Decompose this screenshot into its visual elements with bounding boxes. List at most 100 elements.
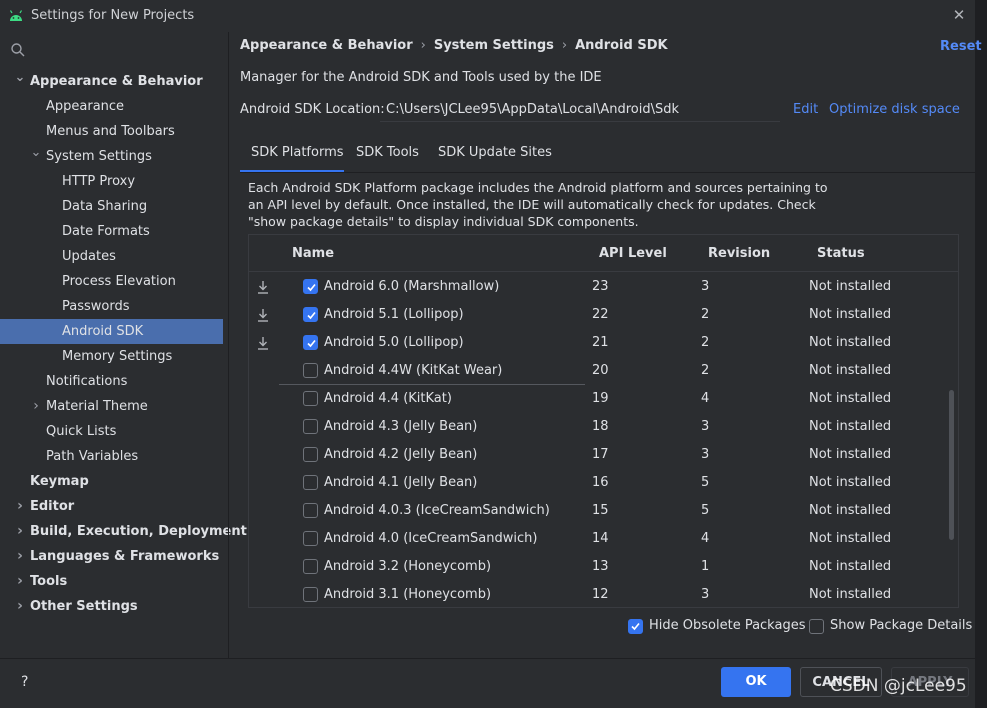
row-api-level: 23	[592, 279, 609, 294]
ok-button[interactable]: OK	[721, 667, 791, 697]
tab-sdk-update-sites[interactable]: SDK Update Sites	[438, 137, 552, 173]
sidebar-item[interactable]: HTTP Proxy	[0, 169, 223, 194]
chevron-right-icon[interactable]: ›	[14, 519, 26, 544]
row-name: Android 4.3 (Jelly Bean)	[324, 419, 478, 434]
table-row[interactable]: Android 4.0 (IceCreamSandwich) 14 4 Not ins…	[249, 525, 958, 553]
table-row[interactable]: Android 3.2 (Honeycomb) 13 1 Not installed	[249, 553, 958, 581]
show-details-option[interactable]: Show Package Details	[809, 618, 972, 636]
show-details-checkbox[interactable]	[809, 619, 824, 634]
chevron-down-icon[interactable]: ⌄	[14, 69, 26, 94]
row-name: Android 4.4 (KitKat)	[324, 391, 452, 406]
column-header-api-level[interactable]: API Level	[599, 246, 667, 261]
sidebar-item-label: Android SDK	[62, 324, 144, 339]
footer-divider	[0, 658, 975, 659]
table-row[interactable]: Android 4.4W (KitKat Wear) 20 2 Not install…	[249, 357, 958, 385]
sdk-location-field[interactable]: C:\Users\JCLee95\AppData\Local\Android\S…	[380, 98, 780, 122]
row-checkbox[interactable]	[303, 307, 318, 322]
breadcrumb-item[interactable]: System Settings	[434, 38, 554, 53]
row-status: Not installed	[809, 475, 892, 490]
table-row[interactable]: Android 5.1 (Lollipop) 22 2 Not installed	[249, 301, 958, 329]
sidebar-item[interactable]: Appearance	[0, 94, 223, 119]
sidebar-item[interactable]: Path Variables	[0, 444, 223, 469]
row-status: Not installed	[809, 503, 892, 518]
sidebar-item[interactable]: ⌄ Appearance & Behavior	[0, 69, 223, 94]
row-checkbox[interactable]	[303, 419, 318, 434]
breadcrumb: Appearance & Behavior › System Settings › An…	[240, 38, 668, 56]
table-row[interactable]: Android 4.2 (Jelly Bean) 17 3 Not installed	[249, 441, 958, 469]
row-checkbox[interactable]	[303, 503, 318, 518]
sidebar-item[interactable]: › Tools	[0, 569, 223, 594]
sidebar-item-label: Path Variables	[46, 449, 139, 464]
table-row[interactable]: Android 4.3 (Jelly Bean) 18 3 Not installed	[249, 413, 958, 441]
hide-obsolete-option[interactable]: Hide Obsolete Packages	[628, 618, 805, 636]
sidebar-item[interactable]: Process Elevation	[0, 269, 223, 294]
column-header-revision[interactable]: Revision	[708, 246, 770, 261]
row-checkbox[interactable]	[303, 531, 318, 546]
tab-sdk-tools[interactable]: SDK Tools	[356, 137, 419, 173]
table-scrollbar[interactable]	[949, 390, 954, 540]
sidebar-item[interactable]: Passwords	[0, 294, 223, 319]
table-row[interactable]: Android 3.1 (Honeycomb) 12 3 Not installed	[249, 581, 958, 607]
row-checkbox[interactable]	[303, 279, 318, 294]
row-api-level: 16	[592, 475, 609, 490]
chevron-right-icon[interactable]: ›	[14, 594, 26, 619]
column-header-name[interactable]: Name	[292, 246, 334, 261]
row-checkbox[interactable]	[303, 363, 318, 378]
sidebar-item[interactable]: › Build, Execution, Deployment	[0, 519, 247, 544]
sidebar-item[interactable]: Updates	[0, 244, 223, 269]
sidebar-item[interactable]: Android SDK	[0, 319, 223, 344]
sidebar-item[interactable]: › Editor	[0, 494, 223, 519]
table-row[interactable]: Android 4.0.3 (IceCreamSandwich) 15 5 Not i…	[249, 497, 958, 525]
row-status: Not installed	[809, 307, 892, 322]
optimize-disk-space-link[interactable]: Optimize disk space	[829, 102, 960, 117]
sidebar-item[interactable]: › Material Theme	[0, 394, 223, 419]
chevron-right-icon[interactable]: ›	[14, 494, 26, 519]
sidebar-item-label: HTTP Proxy	[62, 174, 136, 189]
sidebar-item[interactable]: Date Formats	[0, 219, 223, 244]
sidebar-item[interactable]: Notifications	[0, 369, 223, 394]
row-checkbox[interactable]	[303, 475, 318, 490]
row-checkbox[interactable]	[303, 335, 318, 350]
row-name: Android 5.0 (Lollipop)	[324, 335, 464, 350]
chevron-right-icon[interactable]: ›	[14, 569, 26, 594]
row-checkbox[interactable]	[303, 447, 318, 462]
row-revision: 4	[701, 391, 710, 406]
column-header-status[interactable]: Status	[817, 246, 865, 261]
chevron-right-icon[interactable]: ›	[14, 544, 26, 569]
row-name: Android 6.0 (Marshmallow)	[324, 279, 500, 294]
sidebar-item[interactable]: ⌄ System Settings	[0, 144, 223, 169]
sidebar-item-label: Editor	[30, 499, 75, 514]
reset-link[interactable]: Reset	[940, 39, 982, 54]
table-row[interactable]: Android 5.0 (Lollipop) 21 2 Not installed	[249, 329, 958, 357]
hide-obsolete-checkbox[interactable]	[628, 619, 643, 634]
table-row[interactable]: Android 4.4 (KitKat) 19 4 Not installed	[249, 385, 958, 413]
close-icon[interactable]: ✕	[951, 6, 967, 24]
edit-link[interactable]: Edit	[793, 102, 818, 117]
sidebar-item[interactable]: Menus and Toolbars	[0, 119, 223, 144]
tab-sdk-platforms[interactable]: SDK Platforms	[240, 137, 344, 173]
row-checkbox[interactable]	[303, 559, 318, 574]
sidebar-item[interactable]: Quick Lists	[0, 419, 223, 444]
chevron-right-icon[interactable]: ›	[30, 394, 42, 419]
row-name: Android 4.4W (KitKat Wear)	[324, 363, 503, 378]
sidebar-item[interactable]: › Other Settings	[0, 594, 223, 619]
sidebar-item[interactable]: Memory Settings	[0, 344, 223, 369]
sidebar-item[interactable]: Keymap	[0, 469, 223, 494]
sidebar-item[interactable]: › Languages & Frameworks	[0, 544, 223, 569]
breadcrumb-item[interactable]: Appearance & Behavior	[240, 38, 413, 53]
row-name: Android 5.1 (Lollipop)	[324, 307, 464, 322]
row-revision: 2	[701, 335, 710, 350]
sidebar-item-label: Other Settings	[30, 599, 138, 614]
row-api-level: 13	[592, 559, 609, 574]
sidebar-divider	[228, 32, 229, 658]
row-name: Android 4.0 (IceCreamSandwich)	[324, 531, 538, 546]
table-row[interactable]: Android 6.0 (Marshmallow) 23 3 Not installe…	[249, 273, 958, 301]
help-icon[interactable]: ?	[21, 674, 28, 690]
row-checkbox[interactable]	[303, 587, 318, 602]
table-row[interactable]: Android 4.1 (Jelly Bean) 16 5 Not installed	[249, 469, 958, 497]
row-status: Not installed	[809, 559, 892, 574]
row-checkbox[interactable]	[303, 391, 318, 406]
sidebar-item[interactable]: Data Sharing	[0, 194, 223, 219]
row-name: Android 4.2 (Jelly Bean)	[324, 447, 478, 462]
chevron-down-icon[interactable]: ⌄	[30, 144, 42, 169]
